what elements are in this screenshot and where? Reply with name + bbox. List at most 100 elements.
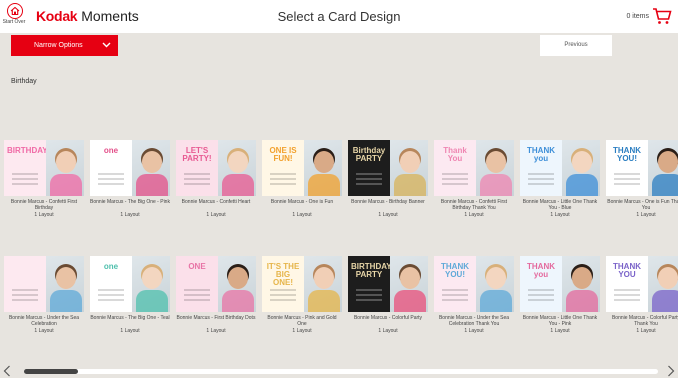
card-headline: THANK YOU! xyxy=(613,146,641,163)
card-design[interactable]: IT'S THE BIG ONE! Bonnie Marcus - Pink an… xyxy=(262,256,342,334)
app-header: Start Over Kodak Moments Select a Card D… xyxy=(0,0,678,33)
card-design[interactable]: BIRTHDAY Bonnie Marcus - Confetti First B… xyxy=(4,140,84,218)
photo-subject-face xyxy=(572,151,592,173)
card-thumbnail[interactable]: IT'S THE BIG ONE! xyxy=(262,256,342,312)
photo-subject-face xyxy=(486,151,506,173)
card-headline: BIRTHDAY PARTY xyxy=(351,262,392,279)
photo-subject-body xyxy=(480,290,512,312)
photo-subject-face xyxy=(56,267,76,289)
previous-button[interactable]: Previous xyxy=(540,35,612,56)
card-thumbnail[interactable]: BIRTHDAY xyxy=(4,140,84,196)
card-name: Bonnie Marcus - One is Fun Thank You xyxy=(607,199,678,211)
card-photo xyxy=(476,256,514,312)
card-text-line xyxy=(442,173,468,175)
card-design[interactable]: THANK YOU! Bonnie Marcus - One is Fun Tha… xyxy=(606,140,678,218)
card-design[interactable]: THANK YOU! Bonnie Marcus - Under the Sea … xyxy=(434,256,514,334)
card-text-line xyxy=(528,178,554,180)
chevron-down-icon xyxy=(102,42,111,48)
card-thumbnail[interactable]: Thank You xyxy=(434,140,514,196)
card-thumbnail[interactable]: THANK YOU! xyxy=(606,140,678,196)
card-photo xyxy=(648,256,678,312)
card-thumbnail[interactable]: one xyxy=(90,140,170,196)
card-photo xyxy=(218,140,256,196)
card-name: Bonnie Marcus - First Birthday Dots xyxy=(176,315,256,321)
card-headline: IT'S THE BIG ONE! xyxy=(266,262,300,287)
card-text-line xyxy=(184,299,210,301)
photo-subject-body xyxy=(50,290,82,312)
card-thumbnail[interactable]: LET'S PARTY! xyxy=(176,140,256,196)
card-name: Bonnie Marcus - The Big One - Pink xyxy=(90,199,170,205)
card-design[interactable]: THANK you Bonnie Marcus - Little One Than… xyxy=(520,140,600,218)
card-layout-count: 1 Layout xyxy=(464,328,484,334)
card-design[interactable]: one Bonnie Marcus - The Big One - Teal 1 L… xyxy=(90,256,170,334)
card-text-line xyxy=(184,294,210,296)
card-photo xyxy=(132,140,170,196)
card-design[interactable]: LET'S PARTY! Bonnie Marcus - Confetti Hea… xyxy=(176,140,256,218)
card-thumbnail[interactable]: one xyxy=(90,256,170,312)
photo-subject-body xyxy=(50,174,82,196)
chevron-right-icon[interactable] xyxy=(667,365,675,377)
photo-subject-face xyxy=(314,151,334,173)
photo-subject-face xyxy=(56,151,76,173)
card-text-line xyxy=(98,178,124,180)
card-layout-count: 1 Layout xyxy=(34,212,54,218)
card-thumbnail[interactable]: THANK you xyxy=(520,140,600,196)
card-thumbnail[interactable]: ONE IS FUN! xyxy=(262,140,342,196)
card-layout-count: 1 Layout xyxy=(292,328,312,334)
scroll-track[interactable] xyxy=(24,369,658,374)
card-design[interactable]: THANK you Bonnie Marcus - Little One Than… xyxy=(520,256,600,334)
card-text-line xyxy=(184,178,210,180)
photo-subject-body xyxy=(308,174,340,196)
card-front-design: LET'S PARTY! xyxy=(176,140,218,196)
card-layout-count: 1 Layout xyxy=(292,212,312,218)
card-photo xyxy=(390,140,428,196)
card-thumbnail[interactable]: ONE xyxy=(176,256,256,312)
cart-button[interactable]: 0 items xyxy=(626,5,672,27)
photo-subject-face xyxy=(400,151,420,173)
card-design[interactable]: THANK YOU Bonnie Marcus - Colorful Party … xyxy=(606,256,678,334)
scroll-thumb[interactable] xyxy=(24,369,78,374)
photo-subject-body xyxy=(394,174,426,196)
photo-subject-face xyxy=(486,267,506,289)
cart-icon xyxy=(652,7,672,25)
card-design[interactable]: ONE Bonnie Marcus - First Birthday Dots 1 … xyxy=(176,256,256,334)
card-name: Bonnie Marcus - Little One Thank You - B… xyxy=(522,199,598,211)
card-front-design: THANK you xyxy=(520,140,562,196)
card-layout-count: 1 Layout xyxy=(120,328,140,334)
card-design[interactable]: Birthday PARTY Bonnie Marcus - Birthday B… xyxy=(348,140,428,218)
card-thumbnail[interactable]: THANK you xyxy=(520,256,600,312)
card-headline: Birthday PARTY xyxy=(352,146,386,163)
card-design[interactable]: Thank You Bonnie Marcus - Confetti First … xyxy=(434,140,514,218)
card-thumbnail[interactable]: Birthday PARTY xyxy=(348,140,428,196)
card-photo xyxy=(304,256,342,312)
card-thumbnail[interactable]: BIRTHDAY PARTY xyxy=(348,256,428,312)
chevron-left-icon[interactable] xyxy=(3,365,11,377)
card-text-line xyxy=(614,178,640,180)
card-design[interactable]: one Bonnie Marcus - The Big One - Pink 1 L… xyxy=(90,140,170,218)
card-thumbnail[interactable] xyxy=(4,256,84,312)
card-thumbnail[interactable]: THANK YOU! xyxy=(434,256,514,312)
narrow-options-button[interactable]: Narrow Options xyxy=(11,35,118,56)
card-front-design: one xyxy=(90,140,132,196)
card-text-line xyxy=(528,289,554,291)
card-headline: ONE IS FUN! xyxy=(269,146,297,163)
card-design[interactable]: Bonnie Marcus - Under the Sea Celebratio… xyxy=(4,256,84,334)
card-text-line xyxy=(12,294,38,296)
card-text-line xyxy=(270,173,296,175)
card-name: Bonnie Marcus - Under the Sea Celebratio… xyxy=(438,315,510,327)
card-front-design: THANK YOU xyxy=(606,256,648,312)
card-layout-count: 1 Layout xyxy=(206,212,226,218)
card-layout-count: 1 Layout xyxy=(378,328,398,334)
card-thumbnail[interactable]: THANK YOU xyxy=(606,256,678,312)
page-title: Select a Card Design xyxy=(277,9,401,24)
card-headline: THANK YOU! xyxy=(441,262,469,279)
card-text-line xyxy=(12,299,38,301)
photo-subject-face xyxy=(572,267,592,289)
card-name: Bonnie Marcus - Under the Sea Celebratio… xyxy=(8,315,80,327)
card-photo xyxy=(218,256,256,312)
card-design[interactable]: BIRTHDAY PARTY Bonnie Marcus - Colorful P… xyxy=(348,256,428,334)
horizontal-scrollbar[interactable] xyxy=(0,363,678,378)
card-design[interactable]: ONE IS FUN! Bonnie Marcus - One is Fun 1 L… xyxy=(262,140,342,218)
card-text-line xyxy=(98,299,124,301)
photo-subject-body xyxy=(652,174,678,196)
